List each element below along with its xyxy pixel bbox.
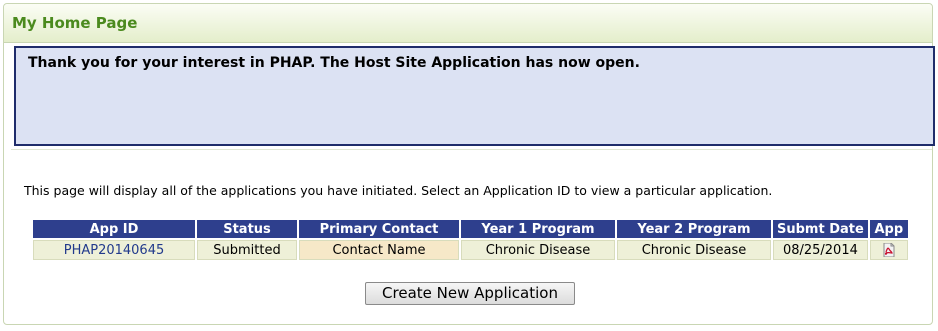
column-header-app-id: App ID (33, 220, 195, 238)
column-header-year1-program: Year 1 Program (461, 220, 615, 238)
intro-text: This page will display all of the applic… (24, 183, 773, 198)
notice-box: Thank you for your interest in PHAP. The… (14, 46, 935, 146)
primary-contact-cell: Contact Name (299, 240, 459, 260)
page-title: My Home Page (12, 14, 138, 32)
year2-program-cell: Chronic Disease (617, 240, 771, 260)
submit-date-cell: 08/25/2014 (773, 240, 868, 260)
app-id-link[interactable]: PHAP20140645 (64, 243, 165, 258)
column-header-primary-contact: Primary Contact (299, 220, 459, 238)
create-new-application-button[interactable]: Create New Application (365, 282, 575, 305)
app-id-cell: PHAP20140645 (33, 240, 195, 260)
app-cell (869, 240, 908, 260)
panel-header: My Home Page (4, 4, 932, 43)
column-header-submit-date: Submt Date (773, 220, 868, 238)
notice-message: Thank you for your interest in PHAP. The… (28, 55, 640, 71)
pdf-icon[interactable] (883, 242, 895, 258)
table-row: PHAP20140645 Submitted Contact Name Chro… (33, 240, 908, 260)
divider (11, 149, 932, 150)
year1-program-cell: Chronic Disease (461, 240, 615, 260)
table-header-row: App ID Status Primary Contact Year 1 Pro… (33, 220, 908, 238)
column-header-app: App (869, 220, 908, 238)
home-panel: My Home Page Thank you for your interest… (3, 3, 935, 325)
applications-table: App ID Status Primary Contact Year 1 Pro… (31, 218, 910, 262)
status-cell: Submitted (197, 240, 297, 260)
column-header-status: Status (197, 220, 297, 238)
column-header-year2-program: Year 2 Program (617, 220, 771, 238)
